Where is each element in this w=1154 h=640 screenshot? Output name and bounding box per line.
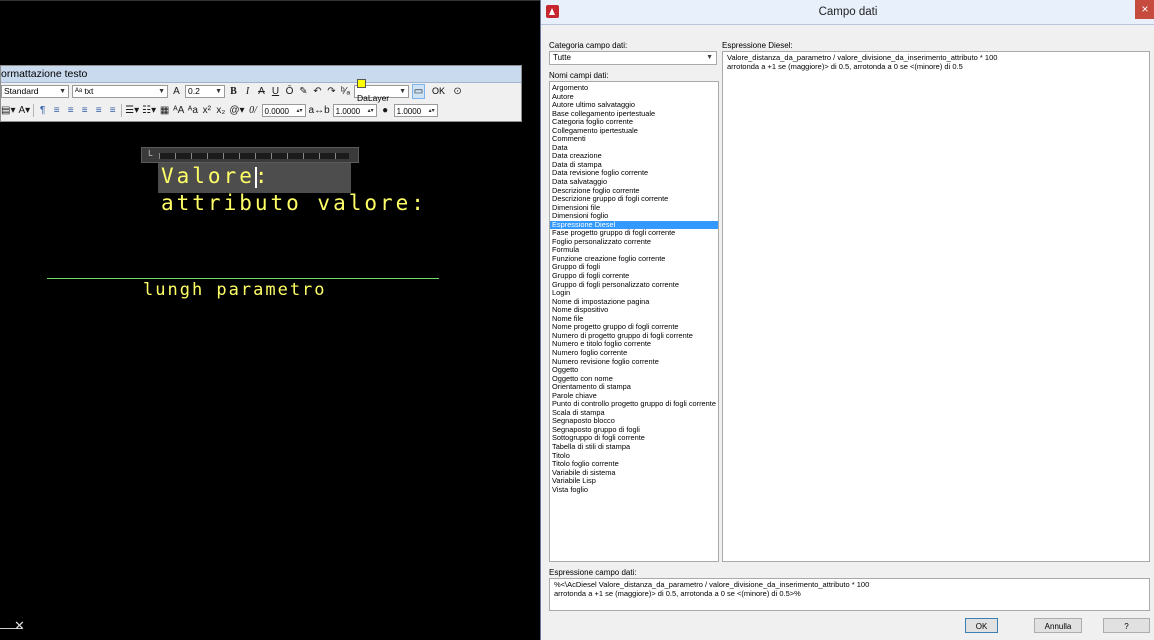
- dialog-titlebar[interactable]: Campo dati ×: [541, 0, 1154, 25]
- ruler-scale: [159, 153, 349, 159]
- chevron-down-icon: ▼: [706, 54, 713, 61]
- italic-button[interactable]: I: [242, 85, 253, 98]
- help-button[interactable]: ?: [1103, 618, 1150, 633]
- font-select-value: txt: [84, 86, 94, 96]
- text-lungh-parametro[interactable]: lungh parametro: [143, 280, 327, 300]
- stack-icon[interactable]: ᵇ⁄ₐ: [340, 85, 351, 98]
- underline-button[interactable]: U: [270, 85, 281, 98]
- text-cursor: [255, 167, 257, 188]
- spinner-icon[interactable]: ▴▾: [368, 105, 374, 116]
- drawing-canvas[interactable]: ormattazione testo Standard ▼ ᴬᵃ txt ▼ A 0…: [0, 0, 540, 640]
- align-center-icon[interactable]: ≡: [65, 104, 76, 117]
- green-line-entity[interactable]: [47, 278, 439, 279]
- field-expression-line-2: arrotonda a +1 se (maggiore)> di 0.5, ar…: [554, 588, 801, 598]
- field-name-item[interactable]: Commenti: [550, 135, 718, 144]
- tracking-field[interactable]: 1.0000 ▴▾: [332, 104, 377, 117]
- close-button[interactable]: ×: [1135, 0, 1154, 19]
- diesel-expression-label: Espressione Diesel:: [722, 41, 793, 50]
- field-names-list[interactable]: Argomento Autore Autore ultimo salvataggio…: [549, 81, 719, 562]
- uppercase-icon[interactable]: ᴬA: [173, 104, 184, 117]
- oblique-angle-icon: 0/: [249, 105, 257, 116]
- tab-stop-icon: └: [146, 150, 153, 160]
- style-select-value: Standard: [4, 86, 39, 96]
- style-select[interactable]: Standard ▼: [1, 85, 69, 98]
- toolbar-row-2: ▤▾ A▾ ¶ ≡ ≡ ≡ ≡ ≡ ☰▾ ☷▾ ▦ ᴬA ᴬa x² x₂ @▾…: [1, 102, 438, 119]
- separator: [121, 104, 123, 117]
- spinner-icon[interactable]: ▴▾: [296, 105, 302, 116]
- field-name-item[interactable]: Argomento: [550, 83, 718, 93]
- superscript-icon[interactable]: x²: [201, 104, 212, 117]
- tracking-icon: a↔b: [308, 105, 330, 116]
- category-select-value: Tutte: [553, 53, 571, 62]
- mtext-line-attributo[interactable]: attributo valore:: [161, 191, 427, 215]
- ok-button[interactable]: OK: [965, 618, 998, 633]
- text-formatting-toolbar: ormattazione testo Standard ▼ ᴬᵃ txt ▼ A 0…: [0, 65, 522, 122]
- cancel-button[interactable]: Annulla: [1034, 618, 1082, 633]
- symbol-icon[interactable]: @▾: [229, 104, 244, 117]
- chevron-down-icon: ▼: [215, 88, 222, 95]
- dialog-title: Campo dati: [818, 6, 878, 18]
- tracking-value: 1.0000: [335, 107, 361, 116]
- field-expression-box[interactable]: %<\AcDiesel Valore_distanza_da_parametro…: [549, 578, 1150, 611]
- diesel-expression-textarea[interactable]: Valore_distanza_da_parametro / valore_di…: [722, 51, 1150, 562]
- redo-icon[interactable]: ↷: [326, 85, 337, 98]
- justify-icon[interactable]: ≡: [93, 104, 104, 117]
- strikethrough-button[interactable]: A: [256, 85, 267, 98]
- overline-button[interactable]: Ō: [284, 85, 295, 98]
- align-left-icon[interactable]: ≡: [51, 104, 62, 117]
- text-height-value: 0.2: [188, 86, 200, 96]
- ucs-x-icon: ✕: [14, 618, 25, 633]
- align-right-icon[interactable]: ≡: [79, 104, 90, 117]
- numbering-icon[interactable]: ☷▾: [142, 104, 156, 117]
- undo-icon[interactable]: ↶: [312, 85, 323, 98]
- paragraph-icon[interactable]: ¶: [37, 104, 48, 117]
- chevron-down-icon: ▼: [399, 88, 406, 95]
- field-dialog: Campo dati × Categoria campo dati: Tutte…: [540, 0, 1154, 640]
- font-select[interactable]: ᴬᵃ txt ▼: [72, 85, 168, 98]
- annotative-icon[interactable]: A: [171, 85, 182, 98]
- color-select[interactable]: DaLayer ▼: [354, 78, 409, 103]
- width-factor-icon: ●: [382, 105, 389, 116]
- color-swatch: [357, 78, 366, 88]
- field-name-item[interactable]: Gruppo di fogli personalizzato corrente: [550, 280, 718, 290]
- chevron-down-icon: ▼: [158, 88, 165, 95]
- diesel-expression-line-2: arrotonda a +1 se (maggiore)> di 0.5, ar…: [727, 61, 963, 71]
- options-icon[interactable]: ⊙: [452, 85, 463, 98]
- field-names-label: Nomi campi dati:: [549, 71, 609, 80]
- justification-icon[interactable]: A▾: [18, 104, 30, 117]
- canvas-top-edge: [0, 0, 540, 1]
- spinner-icon[interactable]: ▴▾: [429, 105, 435, 116]
- category-select[interactable]: Tutte ▼: [549, 51, 717, 65]
- width-factor-field[interactable]: 1.0000 ▴▾: [393, 104, 438, 117]
- distribute-icon[interactable]: ≡: [107, 104, 118, 117]
- font-icon: ᴬᵃ: [75, 86, 83, 96]
- text-height-select[interactable]: 0.2 ▼: [185, 85, 225, 98]
- toolbar-ok-button[interactable]: OK: [428, 84, 449, 99]
- match-format-icon[interactable]: ✎: [298, 85, 309, 98]
- width-factor-value: 1.0000: [396, 107, 422, 116]
- separator: [33, 104, 35, 117]
- subscript-icon[interactable]: x₂: [215, 104, 226, 117]
- field-expression-label: Espressione campo dati:: [549, 568, 637, 577]
- oblique-angle-value: 0.0000: [264, 107, 289, 116]
- toolbar-title: ormattazione testo: [1, 66, 521, 83]
- chevron-down-icon: ▼: [59, 88, 66, 95]
- bold-button[interactable]: B: [228, 85, 239, 98]
- line-spacing-icon[interactable]: ☰▾: [125, 104, 139, 117]
- close-icon: ×: [1141, 2, 1149, 16]
- text-ruler[interactable]: └: [141, 147, 359, 163]
- category-label: Categoria campo dati:: [549, 41, 628, 50]
- ruler-toggle-icon[interactable]: ▭: [412, 84, 425, 99]
- columns-icon[interactable]: ▤▾: [1, 104, 15, 117]
- color-select-value: DaLayer: [357, 92, 390, 103]
- lowercase-icon[interactable]: ᴬa: [187, 104, 198, 117]
- toolbar-row-1: Standard ▼ ᴬᵃ txt ▼ A 0.2 ▼ B I A U Ō ✎ ↶ ↷…: [1, 78, 463, 103]
- oblique-angle-field[interactable]: 0.0000 ▴▾: [261, 104, 306, 117]
- field-name-item[interactable]: Vista foglio: [550, 485, 718, 495]
- insert-field-icon[interactable]: ▦: [159, 104, 170, 117]
- field-name-item[interactable]: Tabella di stili di stampa: [550, 442, 718, 452]
